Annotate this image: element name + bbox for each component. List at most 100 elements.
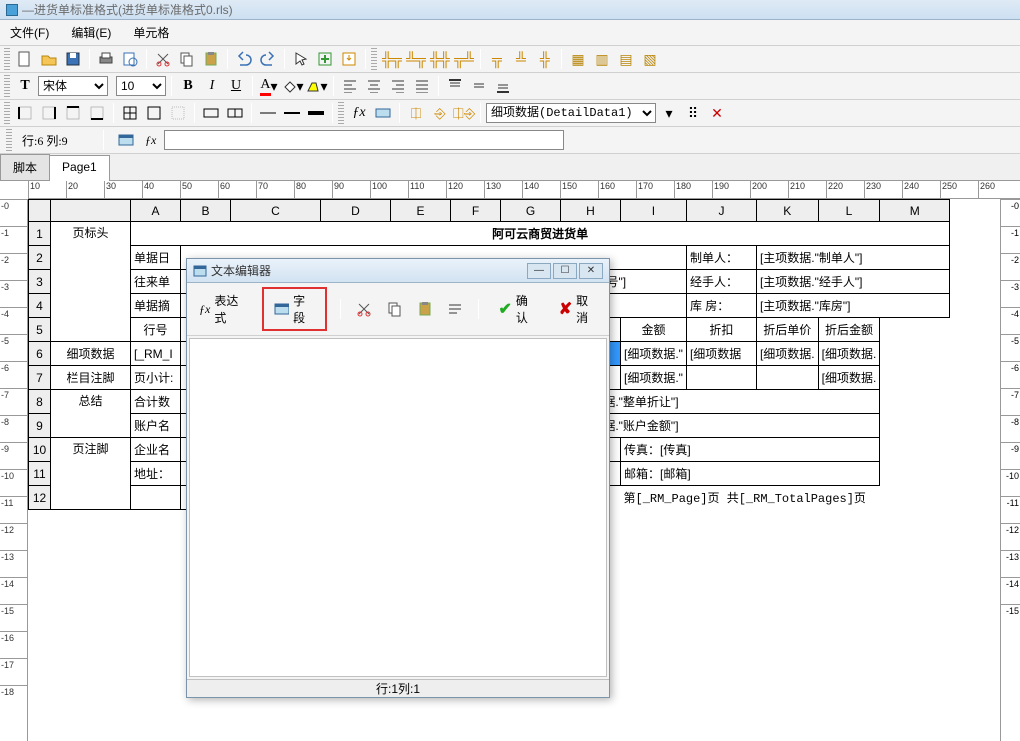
band-tool-6[interactable]: ╩ — [510, 48, 532, 70]
toolbar-border: ƒx ⎅ ⎆ ⎅⎆ 细项数据(DetailData1) ▾ ⠿ ✕ — [0, 100, 1020, 127]
x-icon: ✘ — [559, 299, 572, 319]
border-bottom[interactable] — [86, 102, 108, 124]
redo-button[interactable] — [257, 48, 279, 70]
dialog-maximize[interactable]: ☐ — [553, 263, 577, 279]
preview-button[interactable] — [119, 48, 141, 70]
fill-color-button[interactable]: ▾ — [282, 75, 304, 97]
line-med[interactable] — [281, 102, 303, 124]
grip — [6, 129, 12, 151]
grid-tool-4[interactable]: ▧ — [639, 48, 661, 70]
font-size-select[interactable]: 10 — [116, 76, 166, 96]
band-pagefooter: 页注脚 — [51, 438, 131, 510]
band-close[interactable]: ✕ — [706, 102, 728, 124]
valign-bottom-button[interactable] — [492, 75, 514, 97]
band-tool-5[interactable]: ╦ — [486, 48, 508, 70]
border-none[interactable] — [167, 102, 189, 124]
menu-file[interactable]: 文件(F) — [6, 22, 53, 43]
save-button[interactable] — [62, 48, 84, 70]
dialog-titlebar[interactable]: 文本编辑器 — ☐ ✕ — [187, 259, 609, 283]
confirm-button[interactable]: ✔ 确认 — [492, 289, 542, 329]
copy-button[interactable] — [176, 48, 198, 70]
report-title: 阿可云商贸进货单 — [131, 222, 950, 246]
band-opts[interactable]: ⠿ — [682, 102, 704, 124]
band-detail: 细项数据 — [51, 342, 131, 366]
toolbar-main: ╬╦ ╩╦ ╬╬ ╦╩ ╦ ╩ ╬ ▦ ▥ ▤ ▧ — [0, 46, 1020, 73]
highlight-button[interactable]: ▾ — [306, 75, 328, 97]
formula-input[interactable] — [164, 130, 564, 150]
region-1[interactable]: ⎅ — [405, 102, 427, 124]
line-thin[interactable] — [257, 102, 279, 124]
field-button[interactable]: 字段 — [262, 287, 327, 331]
dialog-paste[interactable] — [415, 298, 435, 320]
tab-page1[interactable]: Page1 — [49, 155, 110, 181]
dialog-minimize[interactable]: — — [527, 263, 551, 279]
dialog-close[interactable]: ✕ — [579, 263, 603, 279]
window-title: —进货单标准格式(进货单标准格式0.rls) — [22, 1, 233, 18]
cut-button[interactable] — [152, 48, 174, 70]
merge-center[interactable] — [224, 102, 246, 124]
expression-button[interactable]: ƒx 表达式 — [193, 289, 252, 329]
paste-button[interactable] — [200, 48, 222, 70]
align-left-button[interactable] — [339, 75, 361, 97]
field-icon — [274, 302, 289, 316]
line-thick[interactable] — [305, 102, 327, 124]
pointer-button[interactable] — [290, 48, 312, 70]
font-family-select[interactable]: 宋体 — [38, 76, 108, 96]
merge-horiz[interactable] — [200, 102, 222, 124]
border-right[interactable] — [38, 102, 60, 124]
print-button[interactable] — [95, 48, 117, 70]
border-left[interactable] — [14, 102, 36, 124]
menu-bar: 文件(F) 编辑(E) 单元格 — [0, 20, 1020, 46]
underline-button[interactable]: U — [225, 75, 247, 97]
font-color-button[interactable]: A ▾ — [258, 75, 280, 97]
dialog-textarea[interactable] — [189, 338, 607, 677]
menu-edit[interactable]: 编辑(E) — [67, 22, 115, 43]
check-icon: ✔ — [498, 299, 511, 319]
dialog-copy[interactable] — [384, 298, 404, 320]
new-button[interactable] — [14, 48, 36, 70]
cancel-button[interactable]: ✘ 取消 — [553, 289, 603, 329]
region-3[interactable]: ⎅⎆ — [453, 102, 475, 124]
band-tool-1[interactable]: ╬╦ — [381, 48, 403, 70]
band-tool-3[interactable]: ╬╬ — [429, 48, 451, 70]
fn-button[interactable]: ƒx — [348, 102, 370, 124]
align-right-button[interactable] — [387, 75, 409, 97]
band-tool-7[interactable]: ╬ — [534, 48, 556, 70]
valign-middle-button[interactable] — [468, 75, 490, 97]
app-icon — [6, 4, 18, 16]
text-tool[interactable]: T — [14, 75, 36, 97]
italic-button[interactable]: I — [201, 75, 223, 97]
align-justify-button[interactable] — [411, 75, 433, 97]
band-insert[interactable] — [372, 102, 394, 124]
grip — [4, 102, 10, 124]
row-1[interactable]: 1 页标头 阿可云商贸进货单 — [29, 222, 950, 246]
band-more[interactable]: ▾ — [658, 102, 680, 124]
tab-script[interactable]: 脚本 — [0, 154, 50, 180]
insert-button[interactable] — [314, 48, 336, 70]
valign-top-button[interactable] — [444, 75, 466, 97]
bold-button[interactable]: B — [177, 75, 199, 97]
open-button[interactable] — [38, 48, 60, 70]
page-tabs: 脚本 Page1 — [0, 154, 1020, 181]
band-tool-2[interactable]: ╩╦ — [405, 48, 427, 70]
data-band-select[interactable]: 细项数据(DetailData1) — [486, 103, 656, 123]
ruler-horizontal: 1020304050607080901001101201301401501601… — [28, 181, 1020, 199]
border-top[interactable] — [62, 102, 84, 124]
region-2[interactable]: ⎆ — [429, 102, 451, 124]
border-all[interactable] — [119, 102, 141, 124]
fx-label: ƒx — [145, 133, 156, 148]
grid-tool-3[interactable]: ▤ — [615, 48, 637, 70]
align-center-button[interactable] — [363, 75, 385, 97]
undo-button[interactable] — [233, 48, 255, 70]
export-button[interactable] — [338, 48, 360, 70]
grid-tool-2[interactable]: ▥ — [591, 48, 613, 70]
dialog-title: 文本编辑器 — [211, 262, 271, 279]
band-tool-4[interactable]: ╦╩ — [453, 48, 475, 70]
field-icon[interactable] — [115, 129, 137, 151]
grip — [371, 48, 377, 70]
menu-cell[interactable]: 单元格 — [129, 22, 173, 43]
dialog-cut[interactable] — [354, 298, 374, 320]
border-outer[interactable] — [143, 102, 165, 124]
dialog-wrap[interactable] — [445, 298, 465, 320]
grid-tool-1[interactable]: ▦ — [567, 48, 589, 70]
